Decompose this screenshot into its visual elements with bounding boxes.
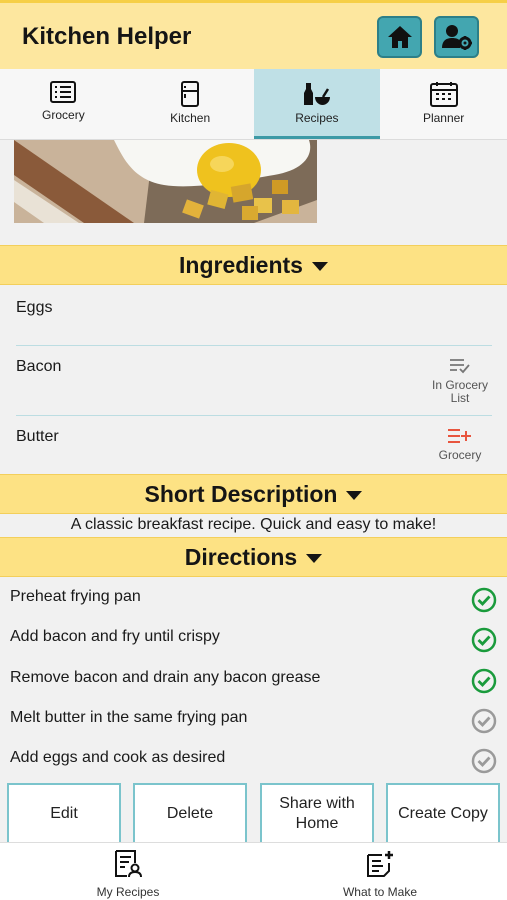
- chevron-down-icon: [346, 491, 363, 500]
- user-settings-icon: [441, 25, 472, 50]
- list-icon: [50, 81, 77, 103]
- ingredient-row-bacon: Bacon In Grocery List: [0, 346, 507, 415]
- bottle-bowl-icon: [303, 83, 330, 105]
- profile-settings-button[interactable]: [434, 16, 479, 58]
- direction-text: Add bacon and fry until crispy: [10, 628, 220, 645]
- nav-what-to-make-label: What to Make: [342, 885, 418, 899]
- ingredient-row-butter: Butter Grocery: [0, 416, 507, 474]
- home-icon: [387, 26, 412, 48]
- list-check-icon: [450, 359, 470, 374]
- direction-text: Add eggs and cook as desired: [10, 749, 226, 766]
- nav-my-recipes[interactable]: My Recipes: [28, 843, 228, 900]
- list-add-icon: [448, 429, 471, 443]
- add-to-grocery-button[interactable]: Grocery: [424, 428, 496, 462]
- check-circle-icon[interactable]: [471, 587, 497, 613]
- direction-step: Remove bacon and drain any bacon grease: [0, 661, 507, 701]
- directions-header[interactable]: Directions: [0, 537, 507, 577]
- fridge-icon: [181, 81, 200, 107]
- directions-title: Directions: [184, 543, 298, 570]
- check-circle-icon[interactable]: [471, 627, 497, 653]
- share-label-1: Share with: [279, 794, 355, 812]
- tab-kitchen-label: Kitchen: [170, 111, 211, 125]
- chevron-down-icon: [311, 262, 328, 271]
- check-circle-pending-icon[interactable]: [471, 748, 497, 774]
- tab-bar: Grocery Kitchen Recipes Planner: [0, 69, 507, 140]
- in-grocery-list-button[interactable]: In Grocery List: [424, 358, 496, 405]
- short-description-text: A classic breakfast recipe. Quick and ea…: [70, 516, 437, 533]
- direction-step: Melt butter in the same frying pan: [0, 701, 507, 741]
- app-title: Kitchen Helper: [22, 23, 192, 50]
- tab-recipes[interactable]: Recipes: [253, 69, 381, 139]
- tab-planner[interactable]: Planner: [380, 69, 507, 139]
- direction-text: Melt butter in the same frying pan: [10, 709, 248, 726]
- share-with-home-button[interactable]: Share with Home: [260, 783, 374, 842]
- delete-button[interactable]: Delete: [133, 783, 247, 842]
- note-add-icon: [367, 851, 393, 877]
- direction-step: Preheat frying pan: [0, 580, 507, 620]
- tab-grocery[interactable]: Grocery: [0, 69, 127, 139]
- direction-text: Remove bacon and drain any bacon grease: [10, 669, 321, 686]
- ingredient-row-eggs: Eggs: [0, 287, 507, 345]
- check-circle-pending-icon[interactable]: [471, 708, 497, 734]
- direction-step: Add eggs and cook as desired: [0, 741, 507, 781]
- tab-grocery-label: Grocery: [42, 108, 85, 122]
- recipe-user-icon: [115, 850, 142, 878]
- edit-button[interactable]: Edit: [7, 783, 121, 842]
- tab-kitchen[interactable]: Kitchen: [127, 69, 254, 139]
- in-grocery-label-2: List: [450, 391, 470, 405]
- chevron-down-icon: [306, 554, 323, 563]
- grocery-label: Grocery: [438, 448, 482, 462]
- recipe-actions: Edit Delete Share with Home Create Copy: [0, 782, 507, 842]
- calendar-icon: [429, 82, 458, 107]
- ingredients-title: Ingredients: [179, 251, 303, 278]
- tab-planner-label: Planner: [422, 111, 465, 125]
- share-label-2: Home: [295, 814, 339, 832]
- nav-my-recipes-label: My Recipes: [96, 885, 160, 899]
- check-circle-icon[interactable]: [471, 668, 497, 694]
- recipe-photo: [14, 140, 317, 223]
- ingredient-name: Bacon: [16, 358, 62, 375]
- tab-recipes-label: Recipes: [295, 111, 339, 125]
- ingredient-name: Butter: [16, 428, 59, 445]
- short-description-title: Short Description: [144, 480, 338, 507]
- bottom-nav: My Recipes What to Make: [0, 842, 507, 900]
- ingredients-header[interactable]: Ingredients: [0, 245, 507, 285]
- direction-step: Add bacon and fry until crispy: [0, 620, 507, 660]
- ingredient-name: Eggs: [16, 299, 53, 316]
- direction-text: Preheat frying pan: [10, 588, 141, 605]
- create-copy-button[interactable]: Create Copy: [386, 783, 500, 842]
- nav-what-to-make[interactable]: What to Make: [280, 843, 480, 900]
- app-header: Kitchen Helper: [0, 0, 507, 69]
- home-button[interactable]: [377, 16, 422, 58]
- short-description-header[interactable]: Short Description: [0, 474, 507, 514]
